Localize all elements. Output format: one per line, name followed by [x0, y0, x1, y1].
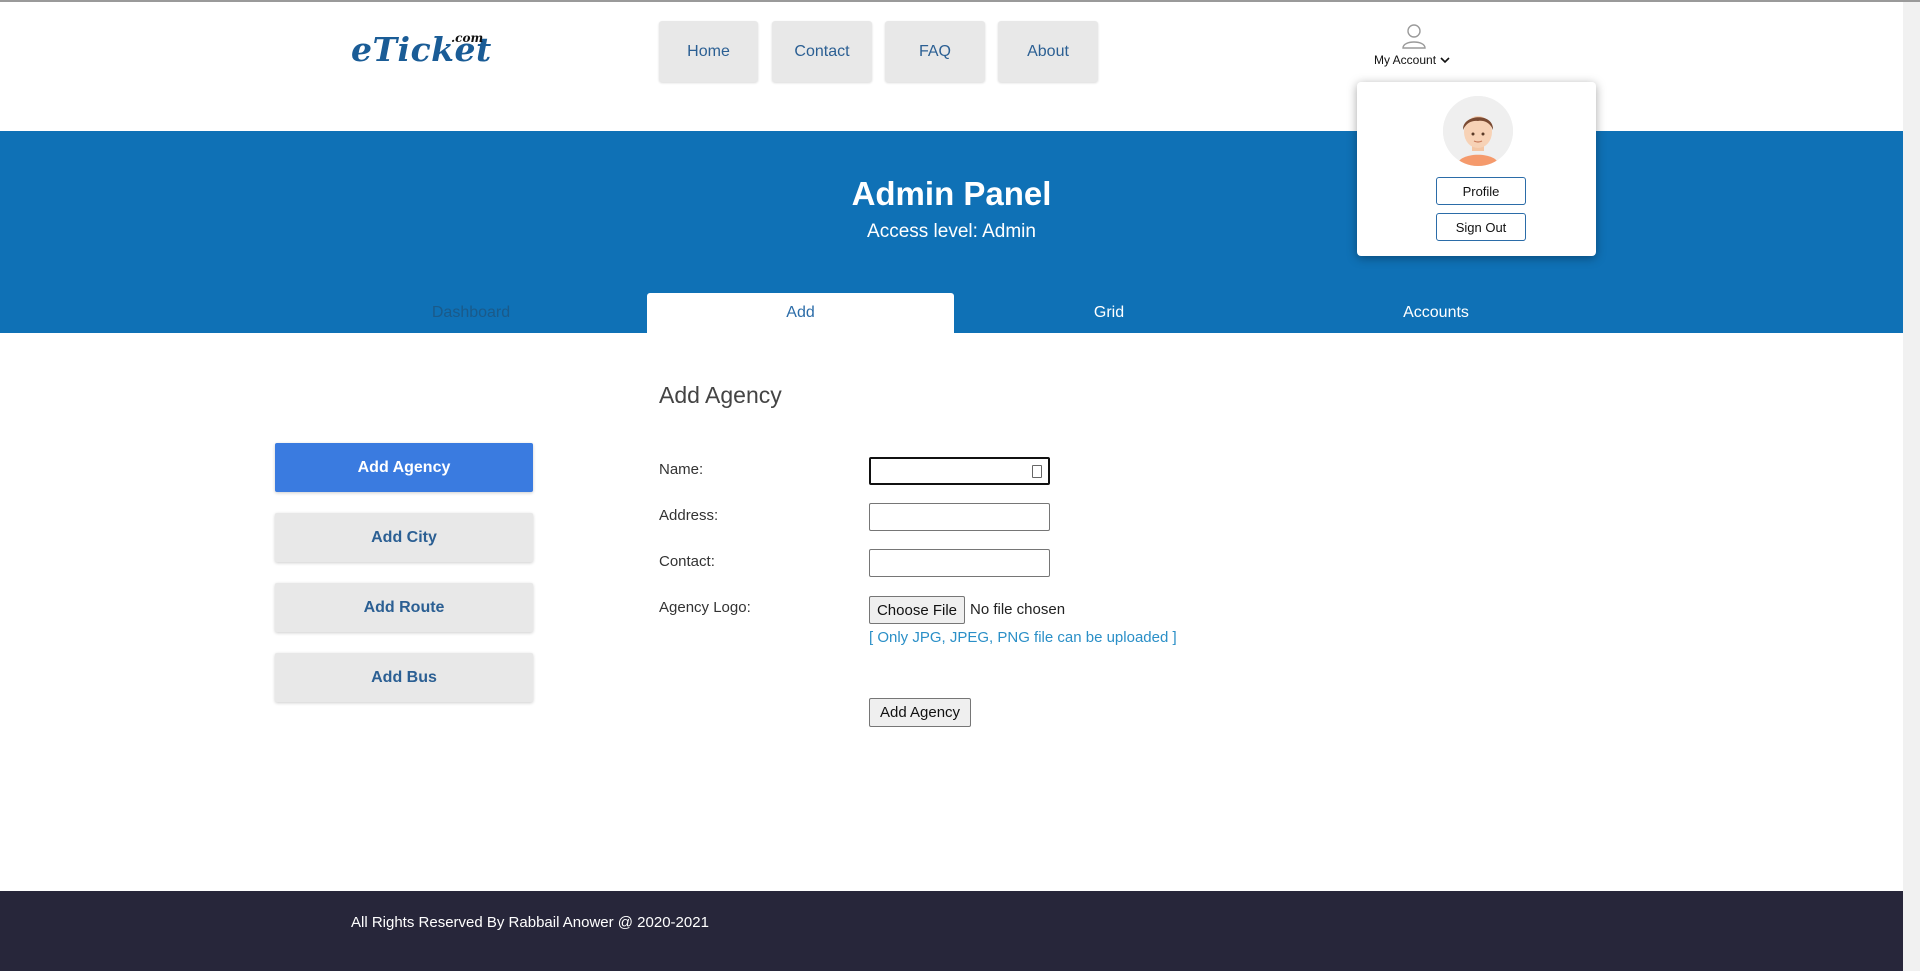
sidebar-item-add-bus[interactable]: Add Bus [275, 653, 533, 702]
profile-button[interactable]: Profile [1436, 177, 1526, 205]
name-input[interactable] [869, 457, 1050, 485]
address-input[interactable] [869, 503, 1050, 531]
vertical-scrollbar[interactable] [1903, 2, 1920, 971]
access-level: Access level: Admin [867, 221, 1036, 242]
account-dropdown: Profile Sign Out [1357, 82, 1596, 256]
my-account-toggle[interactable]: My Account [1374, 53, 1450, 67]
nav-faq[interactable]: FAQ [885, 21, 985, 82]
my-account-label: My Account [1374, 53, 1437, 67]
sidebar-item-add-route[interactable]: Add Route [275, 583, 533, 632]
tab-accounts[interactable]: Accounts [1300, 293, 1572, 333]
top-border [0, 0, 1920, 2]
logo-suffix: .com [451, 31, 484, 45]
form-title: Add Agency [659, 382, 782, 408]
footer-copyright: All Rights Reserved By Rabbail Anower @ … [351, 914, 709, 931]
agency-logo-label: Agency Logo: [659, 599, 751, 616]
name-label: Name: [659, 461, 704, 478]
address-label: Address: [659, 507, 719, 524]
file-status: No file chosen [970, 601, 1066, 618]
sidebar-item-add-city[interactable]: Add City [275, 513, 533, 562]
page-title: Admin Panel [851, 175, 1052, 212]
nav-home[interactable]: Home [659, 21, 758, 82]
contact-label: Contact: [659, 553, 715, 570]
page: eTicket .com Home Contact FAQ About My A… [0, 0, 1920, 971]
chevron-down-icon [1440, 56, 1450, 63]
choose-file-button[interactable]: Choose File [869, 596, 965, 624]
avatar-image [1443, 96, 1513, 166]
add-agency-submit-button[interactable]: Add Agency [869, 698, 971, 727]
password-manager-icon[interactable] [1032, 465, 1042, 478]
file-type-hint: [ Only JPG, JPEG, PNG file can be upload… [869, 629, 1177, 646]
user-icon[interactable] [1400, 22, 1428, 50]
contact-input[interactable] [869, 549, 1050, 577]
sidebar-item-add-agency[interactable]: Add Agency [275, 443, 533, 492]
tab-dashboard[interactable]: Dashboard [340, 293, 602, 333]
nav-about[interactable]: About [998, 21, 1098, 82]
tab-add[interactable]: Add [647, 293, 954, 333]
footer [0, 891, 1903, 971]
nav-contact[interactable]: Contact [772, 21, 872, 82]
tab-grid[interactable]: Grid [980, 293, 1238, 333]
sign-out-button[interactable]: Sign Out [1436, 213, 1526, 241]
avatar [1443, 96, 1513, 166]
